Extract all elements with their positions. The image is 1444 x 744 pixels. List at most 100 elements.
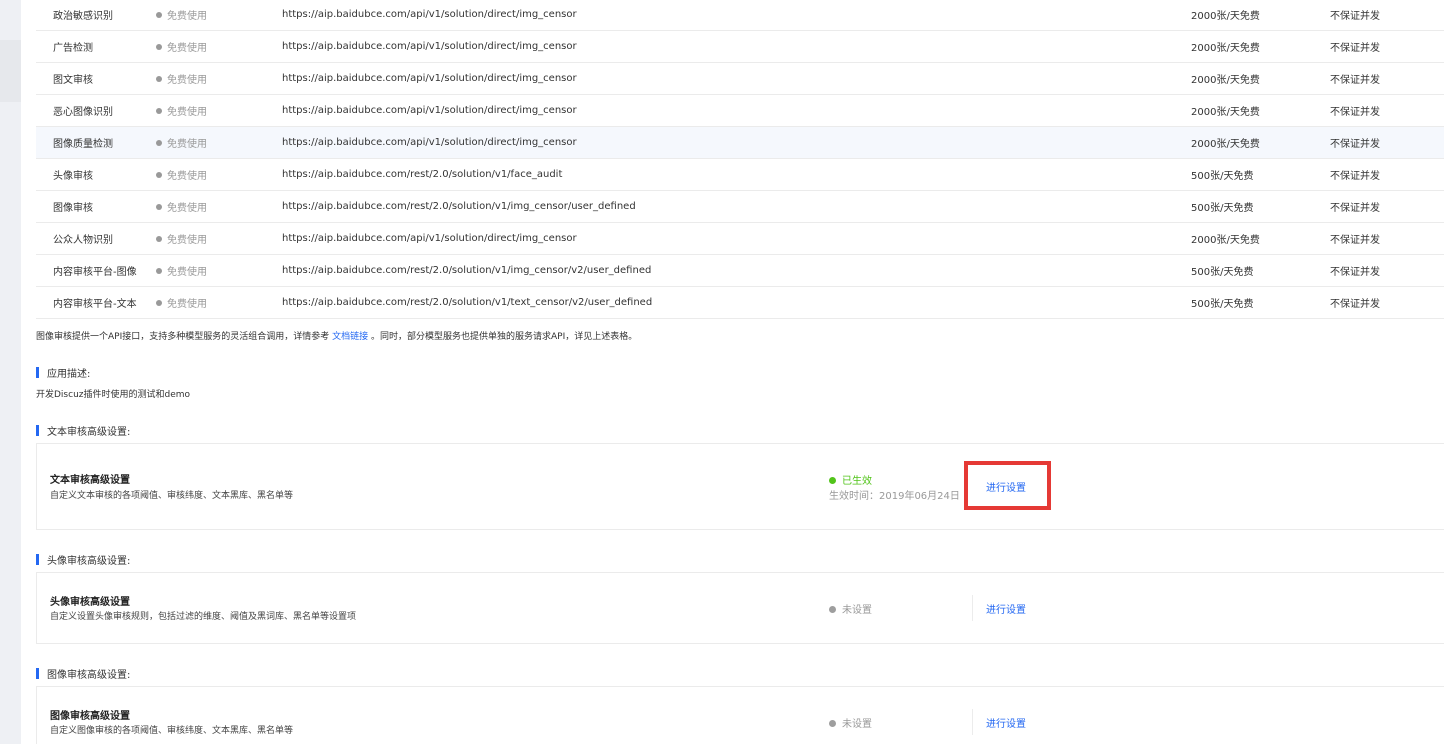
api-name: 政治敏感识别 <box>36 0 156 31</box>
image-settings-title: 图像审核高级设置 <box>50 711 130 722</box>
api-quota: 2000张/天免费 <box>1191 30 1330 63</box>
api-url: https://aip.baidubce.com/api/v1/solution… <box>282 94 1191 127</box>
table-row: 公众人物识别 免费使用 https://aip.baidubce.com/api/v… <box>36 222 1444 255</box>
api-name: 公众人物识别 <box>36 222 156 255</box>
api-qps: 不保证并发 <box>1330 190 1444 223</box>
api-status-label: 免费使用 <box>167 298 207 310</box>
image-settings-configure-button[interactable]: 进行设置 <box>986 715 1026 730</box>
api-name: 图像质量检测 <box>36 126 156 159</box>
api-status: 免费使用 <box>156 94 282 127</box>
avatar-settings-configure-button[interactable]: 进行设置 <box>986 601 1026 616</box>
status-dot <box>829 720 836 727</box>
api-status-label: 免费使用 <box>167 106 207 118</box>
api-quota: 500张/天免费 <box>1191 286 1330 319</box>
app-desc-heading: 应用描述: <box>36 365 90 380</box>
avatar-settings-title: 头像审核高级设置 <box>50 597 130 608</box>
status-dot <box>156 12 162 19</box>
api-url: https://aip.baidubce.com/rest/2.0/soluti… <box>282 190 1191 223</box>
api-url: https://aip.baidubce.com/api/v1/solution… <box>282 30 1191 63</box>
status-dot <box>829 606 836 613</box>
table-row: 恶心图像识别 免费使用 https://aip.baidubce.com/api/v… <box>36 94 1444 127</box>
api-status-label: 免费使用 <box>167 266 207 278</box>
avatar-settings-desc: 自定义设置头像审核规则，包括过滤的维度、阈值及黑词库、黑名单等设置项 <box>50 612 357 622</box>
status-dot <box>156 139 162 146</box>
text-settings-status: 已生效 <box>829 472 872 487</box>
api-status-label: 免费使用 <box>167 42 207 54</box>
table-row: 图文审核 免费使用 https://aip.baidubce.com/api/v1/… <box>36 62 1444 95</box>
status-dot <box>156 171 162 178</box>
api-table: 政治敏感识别 免费使用 https://aip.baidubce.com/api/v… <box>36 0 1444 319</box>
api-name: 广告检测 <box>36 30 156 63</box>
left-rail <box>0 0 21 744</box>
api-status-label: 免费使用 <box>167 74 207 86</box>
api-url: https://aip.baidubce.com/api/v1/solution… <box>282 62 1191 95</box>
api-quota: 500张/天免费 <box>1191 190 1330 223</box>
api-name: 头像审核 <box>36 158 156 191</box>
api-url: https://aip.baidubce.com/api/v1/solution… <box>282 222 1191 255</box>
api-qps: 不保证并发 <box>1330 222 1444 255</box>
api-status-label: 免费使用 <box>167 11 207 23</box>
highlight-box <box>964 461 1051 510</box>
api-note: 图像审核提供一个API接口，支持多种模型服务的灵活组合调用，详情参考 文档链接 … <box>36 329 637 342</box>
text-settings-card: 文本审核高级设置 自定义文本审核的各项阈值、审核纬度、文本黑库、黑名单等 已生效… <box>36 443 1444 530</box>
api-url: https://aip.baidubce.com/rest/2.0/soluti… <box>282 254 1191 287</box>
api-name: 内容审核平台-图像 <box>36 254 156 287</box>
status-dot <box>156 107 162 114</box>
section-marker <box>36 425 39 436</box>
avatar-settings-heading-label: 头像审核高级设置: <box>47 556 131 567</box>
divider <box>972 595 973 621</box>
api-qps: 不保证并发 <box>1330 30 1444 63</box>
avatar-settings-status: 未设置 <box>829 601 872 616</box>
api-status: 免费使用 <box>156 62 282 95</box>
api-status: 免费使用 <box>156 158 282 191</box>
section-marker <box>36 367 39 378</box>
api-status: 免费使用 <box>156 190 282 223</box>
api-quota: 2000张/天免费 <box>1191 222 1330 255</box>
api-status-label: 免费使用 <box>167 170 207 182</box>
api-url: https://aip.baidubce.com/rest/2.0/soluti… <box>282 158 1191 191</box>
api-qps: 不保证并发 <box>1330 62 1444 95</box>
image-settings-status: 未设置 <box>829 715 872 730</box>
api-url: https://aip.baidubce.com/api/v1/solution… <box>282 0 1191 31</box>
status-dot <box>829 477 836 484</box>
api-status: 免费使用 <box>156 0 282 31</box>
image-settings-heading: 图像审核高级设置: <box>36 666 130 681</box>
api-quota: 2000张/天免费 <box>1191 62 1330 95</box>
api-url: https://aip.baidubce.com/api/v1/solution… <box>282 126 1191 159</box>
api-name: 图像审核 <box>36 190 156 223</box>
api-qps: 不保证并发 <box>1330 158 1444 191</box>
image-settings-status-label: 未设置 <box>842 719 872 730</box>
status-dot <box>156 267 162 274</box>
api-qps: 不保证并发 <box>1330 254 1444 287</box>
api-quota: 2000张/天免费 <box>1191 126 1330 159</box>
api-quota: 500张/天免费 <box>1191 254 1330 287</box>
api-qps: 不保证并发 <box>1330 286 1444 319</box>
api-name: 图文审核 <box>36 62 156 95</box>
api-name: 恶心图像识别 <box>36 94 156 127</box>
image-settings-desc: 自定义图像审核的各项阈值、审核纬度、文本黑库、黑名单等 <box>50 726 294 736</box>
app-desc-text: 开发Discuz插件时使用的测试和demo <box>36 390 191 400</box>
api-status-label: 免费使用 <box>167 202 207 214</box>
text-settings-heading-label: 文本审核高级设置: <box>47 427 131 438</box>
status-dot <box>156 43 162 50</box>
status-dot <box>156 203 162 210</box>
divider <box>972 709 973 735</box>
table-row: 头像审核 免费使用 https://aip.baidubce.com/rest/2.… <box>36 158 1444 191</box>
api-note-text: 图像审核提供一个API接口，支持多种模型服务的灵活组合调用，详情参考 <box>36 332 330 342</box>
api-status: 免费使用 <box>156 254 282 287</box>
api-url: https://aip.baidubce.com/rest/2.0/soluti… <box>282 286 1191 319</box>
left-rail-tab <box>0 40 21 102</box>
api-note-text-end: 。同时，部分模型服务也提供单独的服务请求API，详见上述表格。 <box>371 332 638 342</box>
api-table-body: 政治敏感识别 免费使用 https://aip.baidubce.com/api/v… <box>36 0 1444 319</box>
doc-link[interactable]: 文档链接 <box>332 332 368 342</box>
text-settings-status-label: 已生效 <box>842 476 872 487</box>
main-content: 政治敏感识别 免费使用 https://aip.baidubce.com/api/v… <box>21 0 1444 744</box>
api-qps: 不保证并发 <box>1330 0 1444 31</box>
image-settings-card: 图像审核高级设置 自定义图像审核的各项阈值、审核纬度、文本黑库、黑名单等 未设置… <box>36 686 1444 744</box>
table-row: 政治敏感识别 免费使用 https://aip.baidubce.com/api/v… <box>36 0 1444 31</box>
text-settings-heading: 文本审核高级设置: <box>36 423 130 438</box>
api-quota: 2000张/天免费 <box>1191 94 1330 127</box>
api-status-label: 免费使用 <box>167 138 207 150</box>
api-status: 免费使用 <box>156 286 282 319</box>
image-settings-heading-label: 图像审核高级设置: <box>47 670 131 681</box>
